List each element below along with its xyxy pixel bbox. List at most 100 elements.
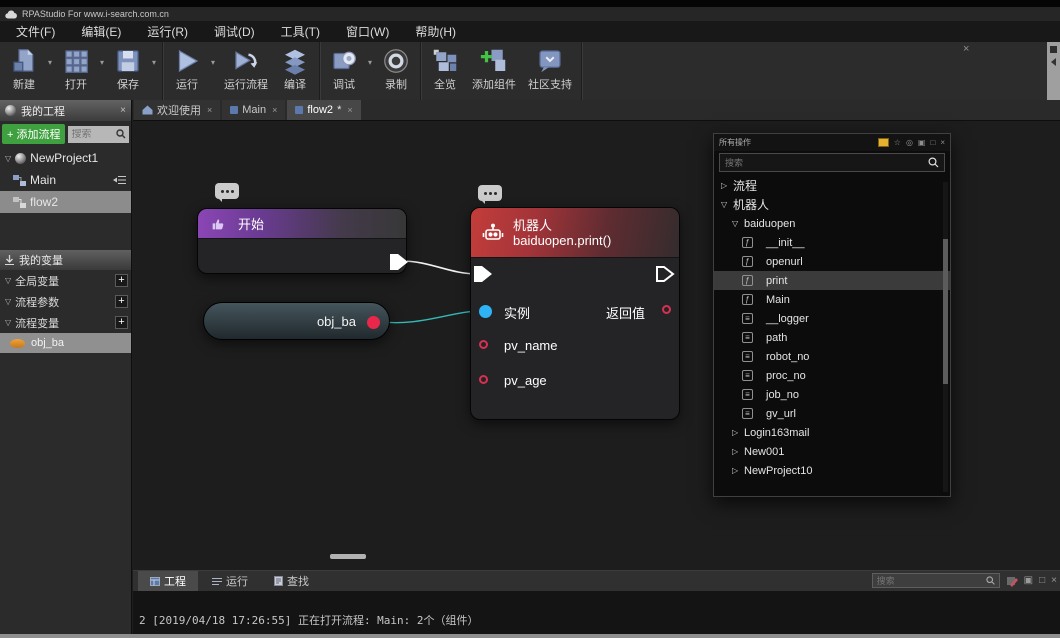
- tree-item-flow-category[interactable]: ▷流程: [714, 176, 950, 195]
- output-tab-run[interactable]: 运行: [200, 571, 260, 591]
- options-icon[interactable]: ◎: [906, 138, 913, 147]
- pv-age-input-port[interactable]: [479, 375, 488, 384]
- variable-item-obj-ba[interactable]: obj_ba: [0, 333, 131, 353]
- tree-item-path[interactable]: ≡path: [714, 328, 950, 347]
- robot-node[interactable]: 机器人 baiduopen.print() 实例 返回值 pv_name pv_…: [470, 207, 680, 420]
- toolbar-overview-button[interactable]: 全览: [424, 44, 466, 92]
- menu-help[interactable]: 帮助(H): [402, 23, 469, 40]
- scrollbar-thumb[interactable]: [943, 239, 948, 384]
- float-icon[interactable]: □: [930, 138, 935, 147]
- output-search-input[interactable]: [877, 576, 983, 586]
- return-output-port[interactable]: [662, 305, 671, 314]
- tree-item-gv-url[interactable]: ≡gv_url: [714, 404, 950, 423]
- variable-node-obj-ba[interactable]: obj_ba: [203, 302, 390, 340]
- chevron-expanded-icon[interactable]: ▽: [5, 318, 11, 327]
- chevron-expanded-icon[interactable]: ▽: [5, 276, 11, 285]
- toolbar-add-component-button[interactable]: 添加组件: [466, 44, 522, 92]
- scrollbar-button[interactable]: [1050, 46, 1057, 53]
- tab-flow2[interactable]: flow2 * ×: [287, 100, 360, 120]
- clear-log-icon[interactable]: [1006, 575, 1018, 587]
- chevron-expanded-icon[interactable]: ▽: [732, 219, 744, 228]
- menu-debug[interactable]: 调试(D): [201, 23, 268, 40]
- tree-item-robot-category[interactable]: ▽机器人: [714, 195, 950, 214]
- close-icon[interactable]: ×: [940, 138, 945, 147]
- chevron-down-icon[interactable]: ▾: [100, 58, 104, 67]
- tree-item-newproject1[interactable]: ▽ NewProject1: [0, 147, 131, 169]
- chevron-collapsed-icon[interactable]: ▷: [721, 181, 733, 190]
- tree-item-robot-no[interactable]: ≡robot_no: [714, 347, 950, 366]
- chevron-down-icon[interactable]: ▾: [48, 58, 52, 67]
- chevron-down-icon[interactable]: ▾: [211, 58, 215, 67]
- exec-output-port[interactable]: [655, 265, 675, 283]
- add-variable-button[interactable]: +: [115, 274, 128, 287]
- float-output-icon[interactable]: □: [1039, 576, 1045, 586]
- chevron-expanded-icon[interactable]: ▽: [5, 297, 11, 306]
- toolbar-run-flow-button[interactable]: 运行流程: [218, 44, 274, 92]
- variables-group-flow-vars[interactable]: ▽ 流程变量 +: [0, 312, 131, 333]
- output-tab-project[interactable]: 工程: [138, 571, 198, 591]
- menu-run[interactable]: 运行(R): [134, 23, 201, 40]
- chevron-down-icon[interactable]: ▾: [152, 58, 156, 67]
- dock-icon[interactable]: ▣: [918, 138, 926, 147]
- dock-output-icon[interactable]: ▣: [1024, 576, 1033, 586]
- add-variable-button[interactable]: +: [115, 316, 128, 329]
- toolbar-community-button[interactable]: 社区支持: [522, 44, 578, 92]
- pv-name-input-port[interactable]: [479, 340, 488, 349]
- chevron-expanded-icon[interactable]: ▽: [721, 200, 733, 209]
- tree-item-baiduopen[interactable]: ▽baiduopen: [714, 214, 950, 233]
- comment-bubble-icon[interactable]: [215, 183, 239, 199]
- scrollbar-arrow-icon[interactable]: [1051, 58, 1056, 66]
- close-output-icon[interactable]: ×: [1051, 576, 1057, 586]
- comment-bubble-icon[interactable]: [478, 185, 502, 201]
- output-tab-find[interactable]: 查找: [262, 571, 321, 591]
- tree-item-main-flow[interactable]: Main: [0, 169, 131, 191]
- operations-scrollbar[interactable]: [943, 182, 948, 492]
- tree-item-init[interactable]: ƒ__init__: [714, 233, 950, 252]
- toolbar-run-button[interactable]: ▾ 运行: [166, 44, 218, 92]
- tree-item-new001[interactable]: ▷New001: [714, 442, 950, 461]
- menu-window[interactable]: 窗口(W): [333, 23, 402, 40]
- chevron-collapsed-icon[interactable]: ▷: [732, 428, 744, 437]
- tab-welcome[interactable]: 欢迎使用 ×: [134, 100, 220, 120]
- tree-item-flow2[interactable]: flow2: [0, 191, 131, 213]
- chevron-expanded-icon[interactable]: ▽: [5, 154, 11, 163]
- close-tab-icon[interactable]: ×: [272, 105, 277, 115]
- tree-item-job-no[interactable]: ≡job_no: [714, 385, 950, 404]
- chevron-down-icon[interactable]: ▾: [368, 58, 372, 67]
- toolbar-compile-button[interactable]: 编译: [274, 44, 316, 92]
- variables-group-global[interactable]: ▽ 全局变量 +: [0, 270, 131, 291]
- toolbar-debug-button[interactable]: ▾ 调试: [323, 44, 375, 92]
- tree-item-newproject10[interactable]: ▷NewProject10: [714, 461, 950, 480]
- add-flow-button[interactable]: + 添加流程: [2, 124, 65, 144]
- pin-icon[interactable]: ☆: [894, 138, 901, 147]
- tab-main[interactable]: Main ×: [222, 100, 285, 120]
- tree-item-login163mail[interactable]: ▷Login163mail: [714, 423, 950, 442]
- right-edge-scrollbar[interactable]: [1047, 42, 1060, 100]
- close-icon[interactable]: ×: [120, 105, 126, 116]
- tree-item-main[interactable]: ƒMain: [714, 290, 950, 309]
- chevron-collapsed-icon[interactable]: ▷: [732, 466, 744, 475]
- chevron-collapsed-icon[interactable]: ▷: [732, 447, 744, 456]
- variable-output-port[interactable]: [367, 316, 380, 329]
- close-tab-icon[interactable]: ×: [207, 105, 212, 115]
- menu-tools[interactable]: 工具(T): [268, 23, 333, 40]
- toolbar-new-button[interactable]: ▾ 新建: [3, 44, 55, 92]
- exec-output-port[interactable]: [388, 252, 410, 272]
- tree-item-logger[interactable]: ≡__logger: [714, 309, 950, 328]
- tree-item-proc-no[interactable]: ≡proc_no: [714, 366, 950, 385]
- operations-search-input[interactable]: [725, 158, 924, 168]
- toolbar-open-button[interactable]: ▾ 打开: [55, 44, 107, 92]
- tree-item-print[interactable]: ƒprint: [714, 271, 950, 290]
- menu-edit[interactable]: 编辑(E): [68, 23, 134, 40]
- toolbar-save-button[interactable]: ▾ 保存: [107, 44, 159, 92]
- tree-item-openurl[interactable]: ƒopenurl: [714, 252, 950, 271]
- instance-input-port[interactable]: [479, 305, 492, 318]
- toolbar-close-button[interactable]: ×: [963, 43, 969, 55]
- variables-group-flow-params[interactable]: ▽ 流程参数 +: [0, 291, 131, 312]
- start-node[interactable]: 开始: [197, 208, 407, 274]
- exec-input-port[interactable]: [473, 265, 493, 283]
- horizontal-scrollbar-thumb[interactable]: [330, 554, 366, 559]
- highlight-icon[interactable]: [878, 138, 889, 147]
- add-variable-button[interactable]: +: [115, 295, 128, 308]
- close-tab-icon[interactable]: ×: [347, 105, 352, 115]
